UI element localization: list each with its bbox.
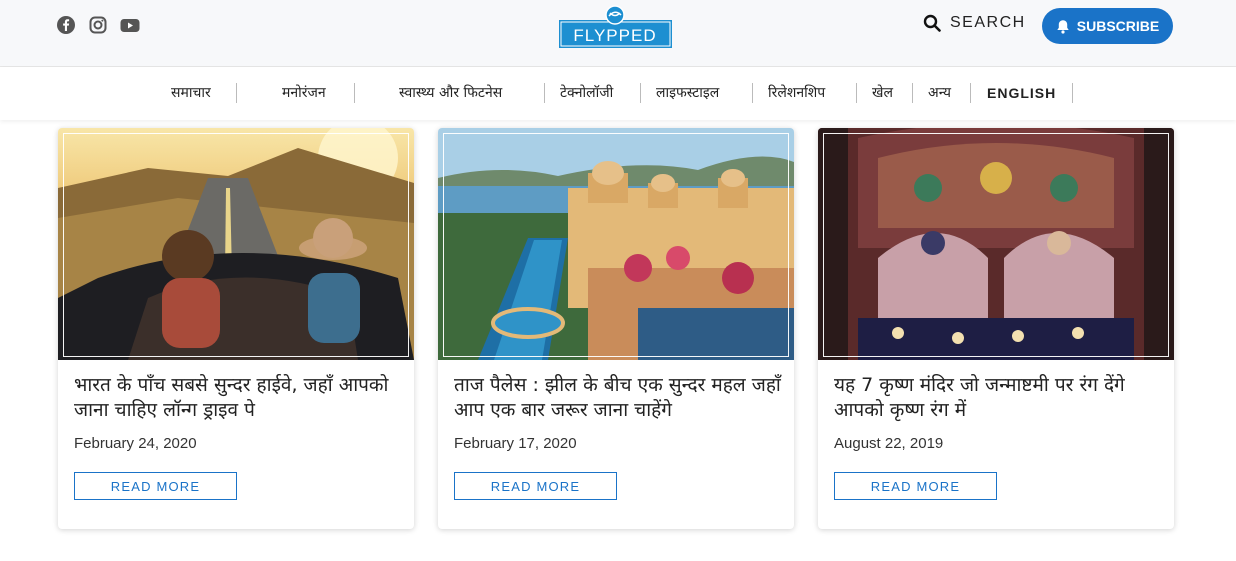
subscribe-button[interactable]: SUBSCRIBE: [1042, 8, 1173, 44]
top-header: FLYPPED SEARCH SUBSCRIBE: [0, 0, 1236, 67]
article-card[interactable]: भारत के पाँच सबसे सुन्दर हाईवे, जहाँ आपक…: [58, 128, 414, 529]
social-links: [56, 15, 140, 35]
article-date: February 24, 2020: [74, 435, 197, 452]
nav-divider: [236, 83, 237, 103]
subscribe-label: SUBSCRIBE: [1076, 18, 1160, 34]
bell-icon: [1057, 19, 1069, 34]
nav-divider: [354, 83, 355, 103]
nav-divider: [752, 83, 753, 103]
nav-item-relationship[interactable]: रिलेशनशिप: [768, 82, 825, 104]
article-title[interactable]: ताज पैलेस : झील के बीच एक सुन्दर महल जहा…: [454, 373, 784, 423]
nav-divider: [544, 83, 545, 103]
article-image-highway[interactable]: [58, 128, 414, 360]
logo-text: FLYPPED: [573, 26, 656, 45]
nav-divider: [970, 83, 971, 103]
nav-item-english[interactable]: ENGLISH: [987, 82, 1056, 104]
article-title[interactable]: यह 7 कृष्ण मंदिर जो जन्माष्टमी पर रंग दे…: [834, 373, 1164, 423]
nav-item-sports[interactable]: खेल: [872, 82, 893, 104]
article-date: August 22, 2019: [834, 435, 944, 452]
article-image-palace[interactable]: [438, 128, 794, 360]
nav-item-technology[interactable]: टेक्नोलॉजी: [560, 82, 613, 104]
article-card[interactable]: ताज पैलेस : झील के बीच एक सुन्दर महल जहा…: [438, 128, 794, 529]
article-date: February 17, 2020: [454, 435, 577, 452]
read-more-button[interactable]: READ MORE: [74, 472, 237, 500]
site-logo[interactable]: FLYPPED: [559, 4, 672, 48]
nav-divider: [1072, 83, 1073, 103]
search-label: SEARCH: [950, 14, 1026, 31]
article-title[interactable]: भारत के पाँच सबसे सुन्दर हाईवे, जहाँ आपक…: [74, 373, 404, 423]
article-image-temple[interactable]: [818, 128, 1174, 360]
main-nav: समाचार मनोरंजन स्वास्थ्य और फिटनेस टेक्न…: [0, 67, 1236, 120]
youtube-icon[interactable]: [120, 15, 140, 35]
nav-divider: [912, 83, 913, 103]
nav-item-health-fitness[interactable]: स्वास्थ्य और फिटनेस: [399, 82, 502, 104]
instagram-icon[interactable]: [88, 15, 108, 35]
nav-divider: [856, 83, 857, 103]
nav-divider: [640, 83, 641, 103]
read-more-button[interactable]: READ MORE: [834, 472, 997, 500]
nav-item-entertainment[interactable]: मनोरंजन: [282, 82, 326, 104]
article-card[interactable]: यह 7 कृष्ण मंदिर जो जन्माष्टमी पर रंग दे…: [818, 128, 1174, 529]
search-button[interactable]: SEARCH: [923, 14, 1026, 32]
nav-item-news[interactable]: समाचार: [171, 82, 211, 104]
facebook-icon[interactable]: [56, 15, 76, 35]
search-icon: [923, 14, 941, 32]
read-more-button[interactable]: READ MORE: [454, 472, 617, 500]
nav-item-lifestyle[interactable]: लाइफस्टाइल: [656, 82, 719, 104]
nav-item-other[interactable]: अन्य: [928, 82, 951, 104]
